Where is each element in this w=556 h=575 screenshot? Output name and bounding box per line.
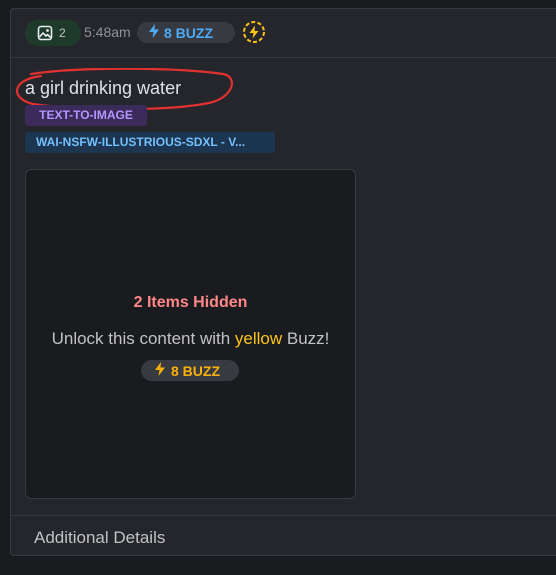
image-icon: [37, 25, 53, 41]
image-count-badge[interactable]: 2: [25, 20, 81, 46]
prompt-text: a girl drinking water: [25, 78, 182, 98]
buzz-cost-badge[interactable]: 8 BUZZ: [137, 22, 235, 43]
unlock-buzz-button[interactable]: 8 BUZZ: [141, 360, 239, 381]
unlock-text-before: Unlock this content with: [51, 329, 235, 348]
additional-details-label: Additional Details: [34, 528, 166, 547]
generation-card: 2 5:48am 8 BUZZ a girl drinking water TE…: [10, 8, 556, 556]
buzz-cost-label: 8 BUZZ: [164, 24, 213, 41]
lightning-icon: [154, 362, 166, 379]
image-count: 2: [59, 26, 66, 40]
unlock-text-highlight: yellow: [234, 329, 283, 348]
timestamp: 5:48am: [84, 24, 131, 40]
process-type-badge: TEXT-TO-IMAGE: [25, 105, 147, 126]
hidden-items-title: 2 Items Hidden: [133, 294, 248, 311]
unlock-message: Unlock this content with yellow Buzz!: [26, 329, 355, 349]
card-header: 2 5:48am 8 BUZZ: [11, 9, 556, 58]
lightning-icon: [148, 24, 160, 41]
locked-content-panel: 2 Items Hidden Unlock this content with …: [25, 169, 356, 499]
tip-icon[interactable]: [242, 20, 266, 44]
additional-details-section[interactable]: Additional Details: [11, 515, 556, 557]
unlock-buzz-label: 8 BUZZ: [171, 362, 220, 379]
model-badge[interactable]: WAI-NSFW-ILLUSTRIOUS-SDXL - V...: [25, 132, 275, 153]
unlock-text-after: Buzz!: [282, 329, 330, 348]
